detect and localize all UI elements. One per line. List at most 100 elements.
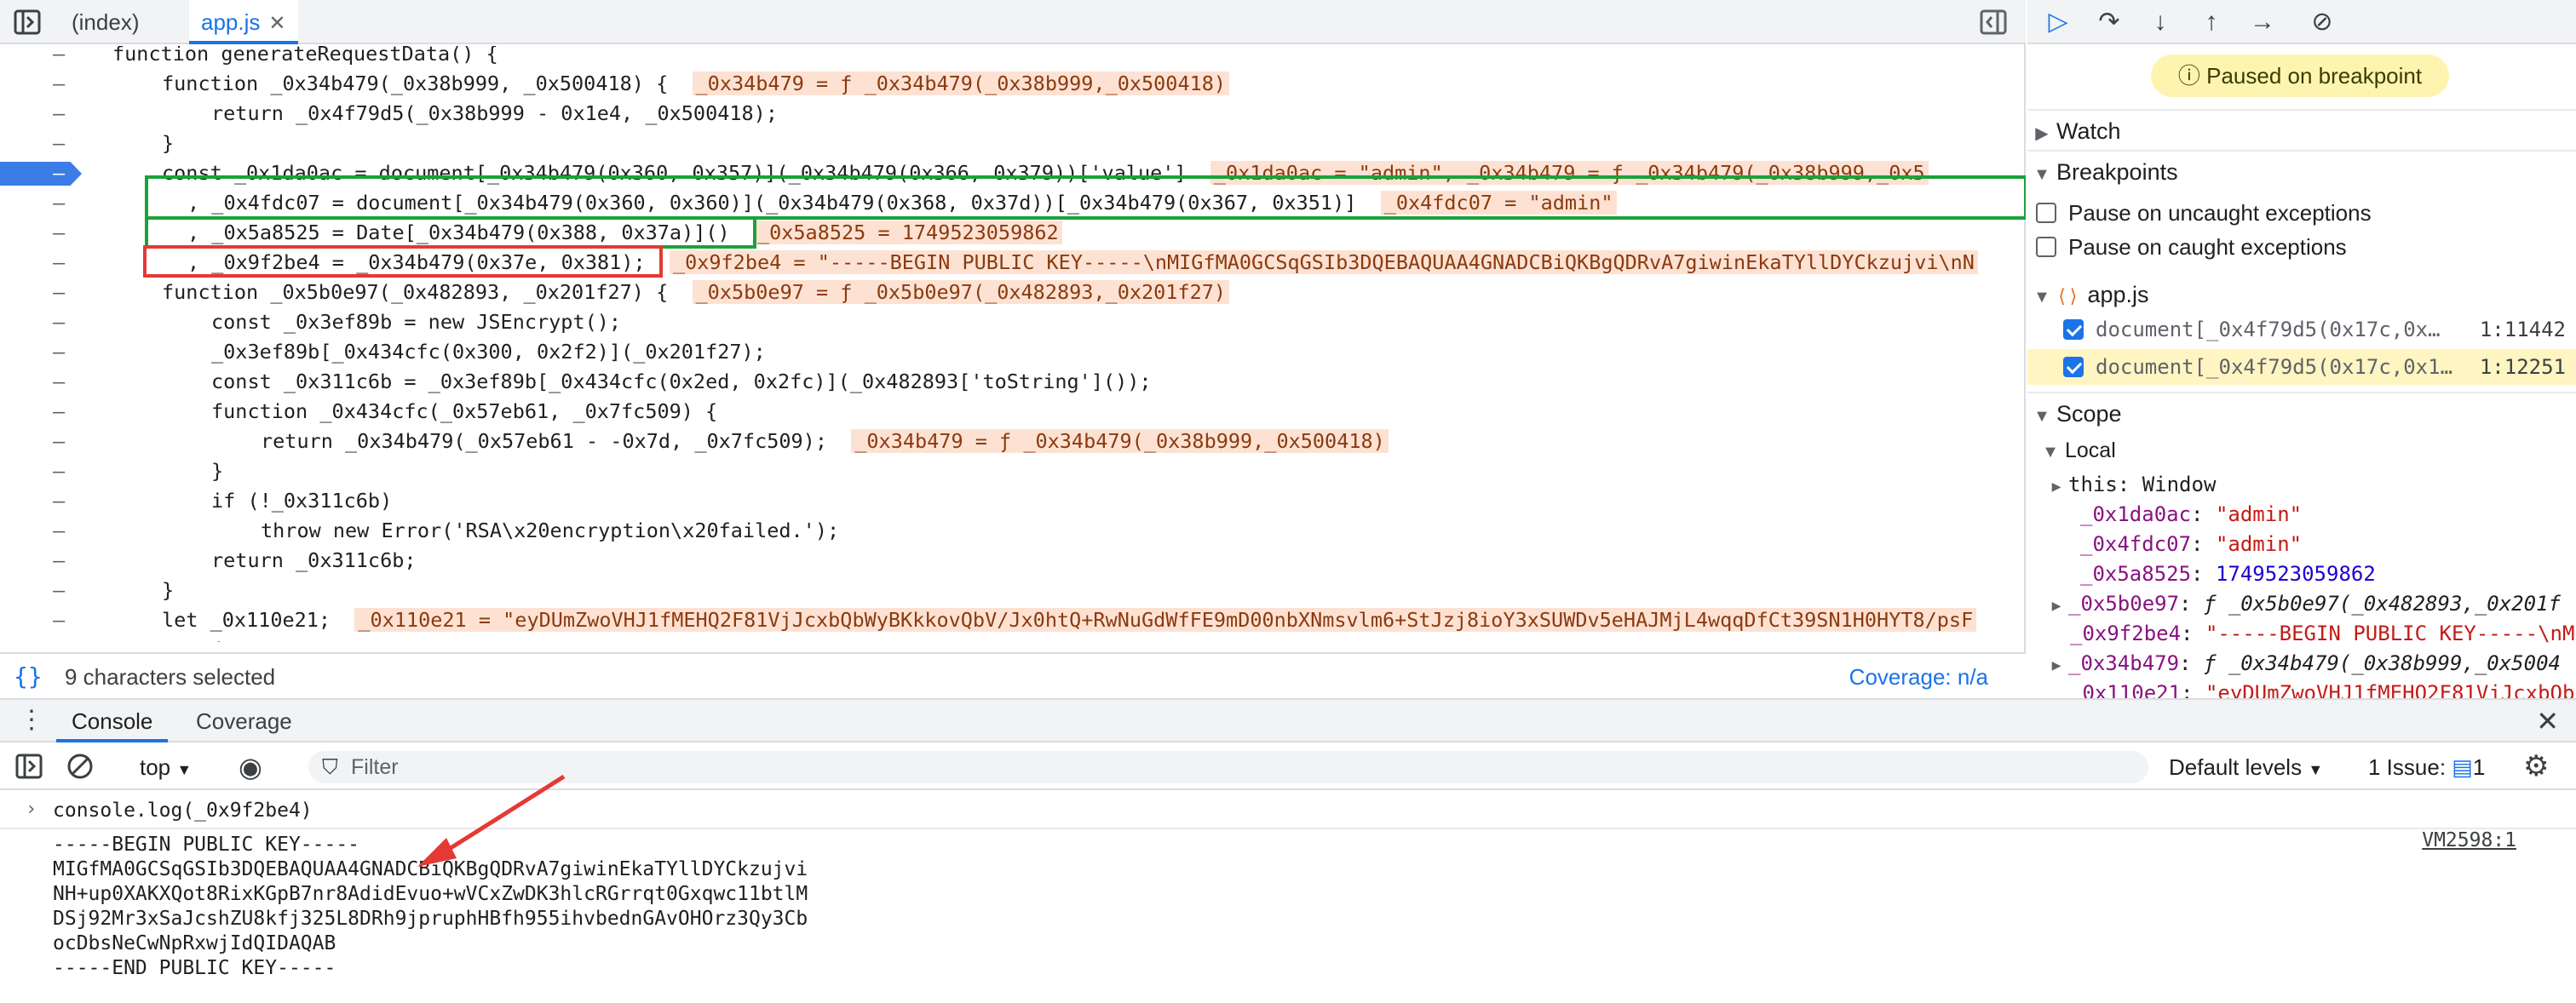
scope-var-value: "-----BEGIN PUBLIC KEY-----\nM: [2205, 622, 2575, 645]
line-gutter[interactable]: –: [0, 576, 85, 605]
tab-app-js-label: app.js: [201, 9, 261, 35]
deactivate-breakpoints-icon[interactable]: ⊘: [2305, 5, 2339, 39]
line-gutter[interactable]: –: [0, 367, 85, 397]
line-gutter[interactable]: –: [0, 99, 85, 129]
step-into-icon[interactable]: ↓: [2143, 5, 2177, 39]
line-gutter[interactable]: –: [0, 397, 85, 427]
clear-console-icon[interactable]: [65, 751, 95, 782]
breakpoint-marker[interactable]: –: [0, 162, 82, 186]
code-line: – function generateRequestData() {: [0, 46, 2026, 69]
line-gutter[interactable]: –: [0, 46, 85, 69]
selection-status: 9 characters selected: [65, 664, 276, 690]
line-gutter[interactable]: –: [0, 605, 85, 635]
inline-value: _0x34b479 = ƒ _0x34b479(_0x38b999,_0x500…: [851, 429, 1389, 453]
tab-app-js[interactable]: app.js ✕: [189, 0, 298, 44]
close-icon[interactable]: ✕: [268, 12, 285, 35]
filter-icon: ⛉: [322, 755, 338, 779]
line-gutter[interactable]: –: [0, 427, 85, 456]
scope-var[interactable]: ▶ _0x5b0e97: ƒ _0x5b0e97(_0x482893,_0x201…: [2044, 589, 2561, 619]
tab-index[interactable]: (index): [60, 0, 151, 44]
tab-console-label: Console: [72, 708, 153, 734]
scope-var[interactable]: _0x1da0ac: "admin": [2080, 500, 2302, 530]
filter-input[interactable]: ⛉ Filter: [308, 751, 2148, 783]
code-line: –}: [0, 576, 2026, 605]
highlight-box-green: [145, 175, 2026, 220]
scope-var[interactable]: _0x110e21: "eyDUmZwoVHJ1fMEHQ2F81VjJcxbQ…: [2070, 679, 2574, 698]
pause-uncaught-row[interactable]: Pause on uncaught exceptions: [2036, 196, 2372, 230]
console-log-line: ocDbsNeCwNpRxwjIdQIDAQAB: [53, 932, 336, 954]
breakpoint-checkbox[interactable]: [2063, 357, 2084, 377]
pretty-print-icon[interactable]: {}: [14, 662, 43, 691]
breakpoint-checkbox[interactable]: [2063, 319, 2084, 340]
step-out-icon[interactable]: ↑: [2194, 5, 2228, 39]
pause-caught-row[interactable]: Pause on caught exceptions: [2036, 230, 2347, 264]
more-tools-icon[interactable]: ⋮: [19, 705, 44, 735]
issue-icon: ▤: [2452, 754, 2473, 780]
section-breakpoints[interactable]: ▼ Breakpoints: [2027, 150, 2576, 191]
toggle-navigator-icon[interactable]: [12, 7, 43, 37]
console-log-line: -----END PUBLIC KEY-----: [53, 957, 336, 979]
line-gutter[interactable]: –: [0, 516, 85, 546]
code-editor[interactable]: – function generateRequestData() { – funct…: [0, 46, 2026, 642]
pause-uncaught-checkbox[interactable]: [2036, 203, 2056, 224]
line-gutter[interactable]: –: [0, 307, 85, 337]
eye-icon[interactable]: ◉: [239, 751, 262, 783]
console-source-link[interactable]: VM2598:1: [2422, 829, 2516, 851]
chevron-down-icon: ▼: [2308, 761, 2324, 778]
log-levels-dropdown[interactable]: Default levels ▼: [2169, 754, 2323, 781]
step-over-icon[interactable]: ↷: [2092, 5, 2126, 39]
section-watch[interactable]: ▶ Watch: [2027, 109, 2576, 150]
coverage-status[interactable]: Coverage: n/a: [1849, 664, 1988, 691]
scope-var[interactable]: ▶ _0x34b479: ƒ _0x34b479(_0x38b999,_0x500…: [2044, 649, 2561, 679]
line-gutter[interactable]: –: [0, 546, 85, 576]
line-gutter[interactable]: –: [0, 188, 85, 218]
console-output: › console.log(_0x9f2be4) VM2598:1 -----B…: [0, 792, 2576, 1003]
breakpoint-item-active[interactable]: document[_0x4f79d5(0x17c,0x1… 1:12251: [2027, 349, 2576, 385]
section-watch-label: Watch: [2056, 118, 2121, 144]
close-drawer-icon[interactable]: ✕: [2536, 705, 2559, 737]
show-sidebar-icon[interactable]: [14, 751, 44, 782]
pause-caught-checkbox[interactable]: [2036, 237, 2056, 258]
section-scope[interactable]: ▼ Scope: [2027, 392, 2576, 433]
breakpoint-code: document[_0x4f79d5(0x17c,0x…: [2096, 318, 2441, 341]
line-gutter[interactable]: –: [0, 635, 85, 642]
line-gutter[interactable]: –: [0, 486, 85, 516]
section-breakpoints-label: Breakpoints: [2056, 159, 2178, 185]
code-text: function _0x434cfc(_0x57eb61, _0x7fc509)…: [211, 399, 718, 423]
code-text: }: [162, 578, 175, 602]
file-name: app.js: [2087, 282, 2149, 307]
resume-icon[interactable]: ▷: [2041, 5, 2075, 39]
line-gutter[interactable]: –: [0, 69, 85, 99]
scope-local-label: Local: [2065, 438, 2116, 462]
scope-local[interactable]: ▼ Local: [2027, 433, 2576, 468]
tab-coverage[interactable]: Coverage: [181, 700, 308, 742]
scope-var[interactable]: _0x4fdc07: "admin": [2080, 530, 2302, 559]
line-gutter[interactable]: –: [0, 456, 85, 486]
code-line: – throw new Error('RSA\x20encryption\x20f…: [0, 516, 2026, 546]
context-selector[interactable]: top ▼: [140, 754, 192, 781]
debugger-sidebar: ▷ ↷ ↓ ↑ → ⊘ ⓘ Paused on breakpoint ▶ Watc…: [2027, 0, 2576, 698]
highlight-box-green: [145, 216, 756, 249]
step-icon[interactable]: →: [2245, 5, 2280, 39]
line-gutter[interactable]: –: [0, 129, 85, 158]
settings-gear-icon[interactable]: ⚙: [2523, 749, 2549, 783]
code-line: – function _0x34b479(_0x38b999, _0x500418…: [0, 69, 2026, 99]
breakpoint-item[interactable]: document[_0x4f79d5(0x17c,0x… 1:11442: [2027, 312, 2576, 347]
toggle-debugger-sidebar-icon[interactable]: [1978, 7, 2009, 37]
scope-var[interactable]: _0x5a8525: 1749523059862: [2080, 559, 2376, 589]
chevron-down-icon: ▼: [2042, 443, 2059, 461]
tab-console[interactable]: Console: [56, 700, 169, 742]
code-line: – function _0x5b0e97(_0x482893, _0x201f27…: [0, 278, 2026, 307]
line-gutter[interactable]: –: [0, 278, 85, 307]
scope-var[interactable]: _0x9f2be4: "-----BEGIN PUBLIC KEY-----\n…: [2070, 619, 2574, 649]
scope-var[interactable]: ▶ this: Window: [2044, 470, 2217, 500]
breakpoint-file-app-js[interactable]: ▼ ⟨⟩ app.js: [2027, 274, 2576, 315]
highlight-box-red: [143, 245, 663, 278]
info-icon: ⓘ: [2177, 63, 2207, 89]
line-gutter[interactable]: –: [0, 337, 85, 367]
line-gutter[interactable]: –: [0, 248, 85, 278]
issues-counter[interactable]: 1 Issue: ▤1: [2368, 754, 2485, 781]
editor-tab-bar: (index) app.js ✕: [0, 0, 2026, 44]
line-gutter[interactable]: –: [0, 218, 85, 248]
sources-editor-pane: (index) app.js ✕ – function generateReques…: [0, 0, 2026, 698]
